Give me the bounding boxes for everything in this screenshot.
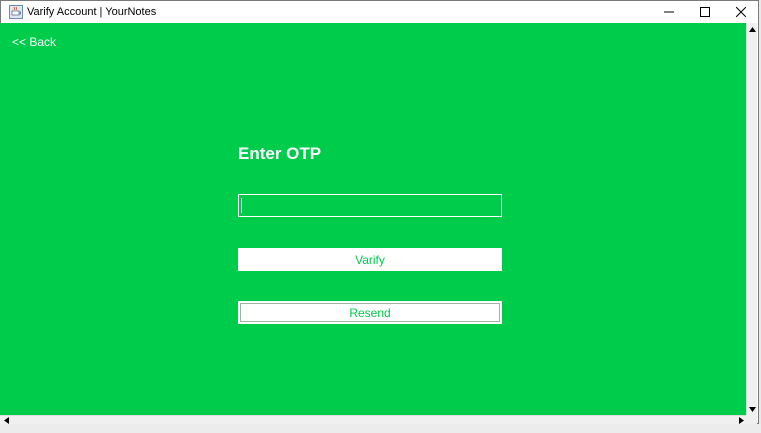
scroll-down-arrow-icon[interactable] (748, 404, 757, 414)
scroll-right-arrow-icon[interactable] (736, 416, 746, 424)
maximize-icon (700, 4, 710, 22)
verify-button[interactable]: Varify (238, 248, 502, 271)
desktop-background (0, 424, 761, 433)
window-title: Varify Account | YourNotes (27, 6, 157, 18)
verify-panel: << Back Enter OTP Varify Resend (0, 23, 746, 415)
back-link[interactable]: << Back (12, 35, 56, 49)
scroll-up-arrow-icon[interactable] (748, 24, 757, 34)
java-cup-icon (9, 5, 23, 19)
scroll-left-arrow-icon[interactable] (1, 416, 11, 424)
vertical-scrollbar[interactable] (746, 23, 757, 415)
horizontal-scrollbar[interactable] (0, 415, 746, 424)
close-icon (735, 4, 747, 22)
resend-button[interactable]: Resend (238, 301, 502, 324)
scrollbar-corner (746, 415, 757, 424)
minimize-button[interactable] (651, 1, 687, 24)
title-bar[interactable]: Varify Account | YourNotes (1, 1, 758, 24)
page-title: Enter OTP (238, 144, 322, 163)
minimize-icon (664, 4, 674, 22)
close-button[interactable] (723, 1, 759, 24)
text-caret (241, 198, 242, 213)
otp-input[interactable] (238, 194, 502, 217)
maximize-button[interactable] (687, 1, 723, 24)
